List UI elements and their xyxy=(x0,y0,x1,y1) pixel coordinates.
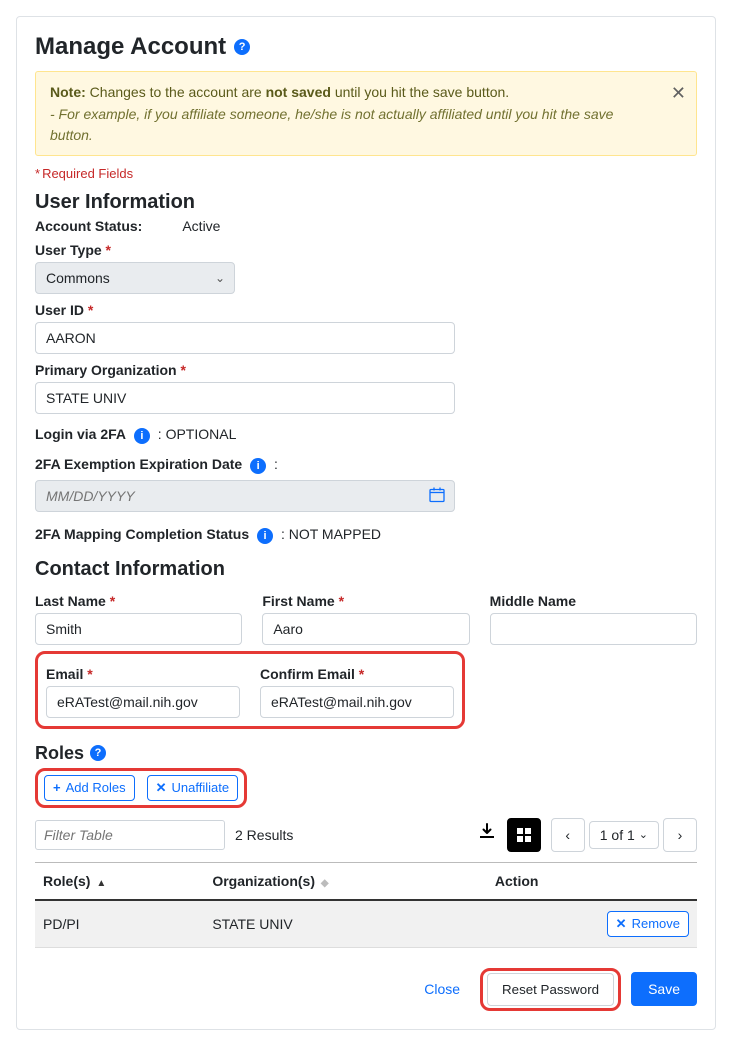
account-status-value: Active xyxy=(182,218,220,234)
close-button[interactable]: Close xyxy=(414,973,470,1005)
col-orgs[interactable]: Organization(s) ◆ xyxy=(204,862,487,900)
page-title-text: Manage Account xyxy=(35,33,226,61)
next-page-button[interactable]: › xyxy=(663,818,697,852)
help-icon[interactable]: ? xyxy=(234,39,250,55)
chevron-left-icon: ‹ xyxy=(565,827,570,843)
page-selector[interactable]: 1 of 1 ⌄ xyxy=(589,821,659,849)
add-roles-label: Add Roles xyxy=(66,780,126,795)
chevron-down-icon: ⌄ xyxy=(639,828,648,841)
filter-table-input[interactable] xyxy=(35,820,225,850)
middle-name-label: Middle Name xyxy=(490,593,697,609)
primary-org-label: Primary Organization xyxy=(35,362,697,378)
user-info-heading: User Information xyxy=(35,191,697,214)
mapping-row: 2FA Mapping Completion Status i : NOT MA… xyxy=(35,526,697,544)
exemption-colon: : xyxy=(274,456,278,472)
chevron-right-icon: › xyxy=(678,827,683,843)
email-label: Email xyxy=(46,666,240,682)
account-status-label: Account Status: xyxy=(35,218,142,234)
help-icon[interactable]: ? xyxy=(90,745,106,761)
mapping-status: : NOT MAPPED xyxy=(281,526,381,542)
roles-heading-text: Roles xyxy=(35,743,84,764)
download-icon[interactable] xyxy=(477,822,497,847)
x-icon: ✕ xyxy=(616,916,627,932)
email-input[interactable] xyxy=(46,686,240,718)
exemption-row: 2FA Exemption Expiration Date i : xyxy=(35,456,697,474)
login-2fa-status: : OPTIONAL xyxy=(158,426,237,442)
contact-info-heading: Contact Information xyxy=(35,558,697,581)
login-2fa-label: Login via 2FA xyxy=(35,426,126,442)
plus-icon: + xyxy=(53,780,61,795)
close-icon[interactable]: ✕ xyxy=(671,80,686,106)
first-name-input xyxy=(262,613,469,645)
user-id-input xyxy=(35,322,455,354)
remove-button[interactable]: ✕ Remove xyxy=(607,911,689,937)
add-roles-button[interactable]: + Add Roles xyxy=(44,775,135,801)
roles-heading: Roles ? xyxy=(35,743,697,764)
cell-role: PD/PI xyxy=(35,900,204,948)
page-label: 1 of 1 xyxy=(600,827,635,843)
roles-table: Role(s) ▲ Organization(s) ◆ Action PD/PI… xyxy=(35,862,697,948)
col-action: Action xyxy=(487,862,697,900)
sort-asc-icon: ▲ xyxy=(96,878,106,889)
confirm-email-input[interactable] xyxy=(260,686,454,718)
cell-org: STATE UNIV xyxy=(204,900,487,948)
primary-org-input xyxy=(35,382,455,414)
alert-strong: not saved xyxy=(266,84,331,100)
calendar-icon[interactable] xyxy=(429,486,445,505)
user-type-label: User Type xyxy=(35,242,697,258)
unaffiliate-button[interactable]: ✕ Unaffiliate xyxy=(147,775,238,801)
exemption-label: 2FA Exemption Expiration Date xyxy=(35,456,242,472)
unaffiliate-label: Unaffiliate xyxy=(171,780,229,795)
col-roles-label: Role(s) xyxy=(43,873,90,889)
user-id-label: User ID xyxy=(35,302,697,318)
table-row: PD/PI STATE UNIV ✕ Remove xyxy=(35,900,697,948)
mapping-label: 2FA Mapping Completion Status xyxy=(35,526,249,542)
login-2fa-row: Login via 2FA i : OPTIONAL xyxy=(35,426,697,444)
required-fields-note: Required Fields xyxy=(35,166,697,181)
reset-password-button[interactable]: Reset Password xyxy=(487,973,614,1006)
exemption-date-input xyxy=(35,480,455,512)
save-button[interactable]: Save xyxy=(631,972,697,1006)
sort-icon: ◆ xyxy=(321,878,329,889)
prev-page-button[interactable]: ‹ xyxy=(551,818,585,852)
col-roles[interactable]: Role(s) ▲ xyxy=(35,862,204,900)
account-status-row: Account Status: Active xyxy=(35,218,697,234)
alert-example: - For example, if you affiliate someone,… xyxy=(50,104,656,145)
user-type-select[interactable]: Commons xyxy=(35,262,235,294)
info-icon[interactable]: i xyxy=(250,458,266,474)
first-name-label: First Name xyxy=(262,593,469,609)
manage-account-panel: Manage Account ? ✕ Note: Changes to the … xyxy=(16,16,716,1030)
x-icon: ✕ xyxy=(156,780,167,796)
confirm-email-label: Confirm Email xyxy=(260,666,454,682)
grid-view-icon[interactable] xyxy=(507,818,541,852)
info-icon[interactable]: i xyxy=(257,528,273,544)
remove-label: Remove xyxy=(632,916,680,931)
last-name-input xyxy=(35,613,242,645)
page-title: Manage Account ? xyxy=(35,33,697,61)
note-alert: ✕ Note: Changes to the account are not s… xyxy=(35,71,697,156)
middle-name-input xyxy=(490,613,697,645)
alert-lead: Note: xyxy=(50,84,86,100)
results-count: 2 Results xyxy=(235,827,293,843)
info-icon[interactable]: i xyxy=(134,428,150,444)
alert-text-after: until you hit the save button. xyxy=(335,84,509,100)
alert-text-before: Changes to the account are xyxy=(90,84,262,100)
col-orgs-label: Organization(s) xyxy=(212,873,315,889)
last-name-label: Last Name xyxy=(35,593,242,609)
